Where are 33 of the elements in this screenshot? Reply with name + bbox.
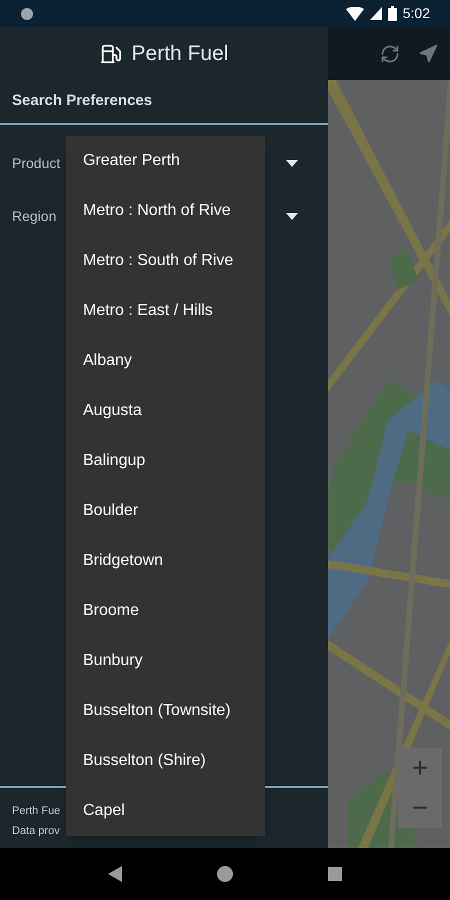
section-heading: Search Preferences: [12, 91, 152, 112]
dropdown-item[interactable]: Metro : North of Rive: [66, 186, 265, 236]
dropdown-item[interactable]: Busselton (Shire): [66, 736, 265, 786]
field-label: Region: [12, 207, 56, 226]
caret-icon[interactable]: [286, 213, 298, 220]
signal-icon: [370, 7, 382, 20]
recents-icon[interactable]: [328, 867, 342, 881]
refresh-icon[interactable]: [380, 44, 400, 64]
footer-text: Perth Fue: [12, 804, 60, 819]
dropdown-item[interactable]: Boulder: [66, 486, 265, 536]
battery-icon: [388, 6, 397, 21]
caret-icon[interactable]: [286, 160, 298, 167]
dropdown-item[interactable]: Metro : East / Hills: [66, 286, 265, 336]
dropdown-item[interactable]: Bridgetown: [66, 536, 265, 586]
wifi-icon: [346, 6, 364, 20]
home-icon[interactable]: [216, 866, 233, 882]
back-icon[interactable]: [108, 866, 122, 882]
footer-text: Data prov: [12, 824, 60, 839]
dropdown-item[interactable]: Albany: [66, 336, 265, 386]
location-arrow-icon[interactable]: [418, 44, 438, 64]
dropdown-item[interactable]: Greater Perth: [66, 136, 265, 186]
dropdown-item[interactable]: Broome: [66, 586, 265, 636]
dropdown-item[interactable]: Augusta: [66, 386, 265, 436]
dropdown-item[interactable]: Busselton (Townsite): [66, 686, 265, 736]
dropdown-item[interactable]: Capel: [66, 786, 265, 836]
dropdown-item[interactable]: Balingup: [66, 436, 265, 486]
dropdown-item[interactable]: Bunbury: [66, 636, 265, 686]
drawer-title: Perth Fuel: [132, 40, 228, 67]
fuel-pump-icon: [100, 42, 122, 64]
dropdown-item[interactable]: Metro : South of Rive: [66, 236, 265, 286]
status-time: 5:02: [402, 4, 430, 23]
field-label: Product: [12, 154, 60, 173]
notification-icon: [20, 6, 34, 20]
